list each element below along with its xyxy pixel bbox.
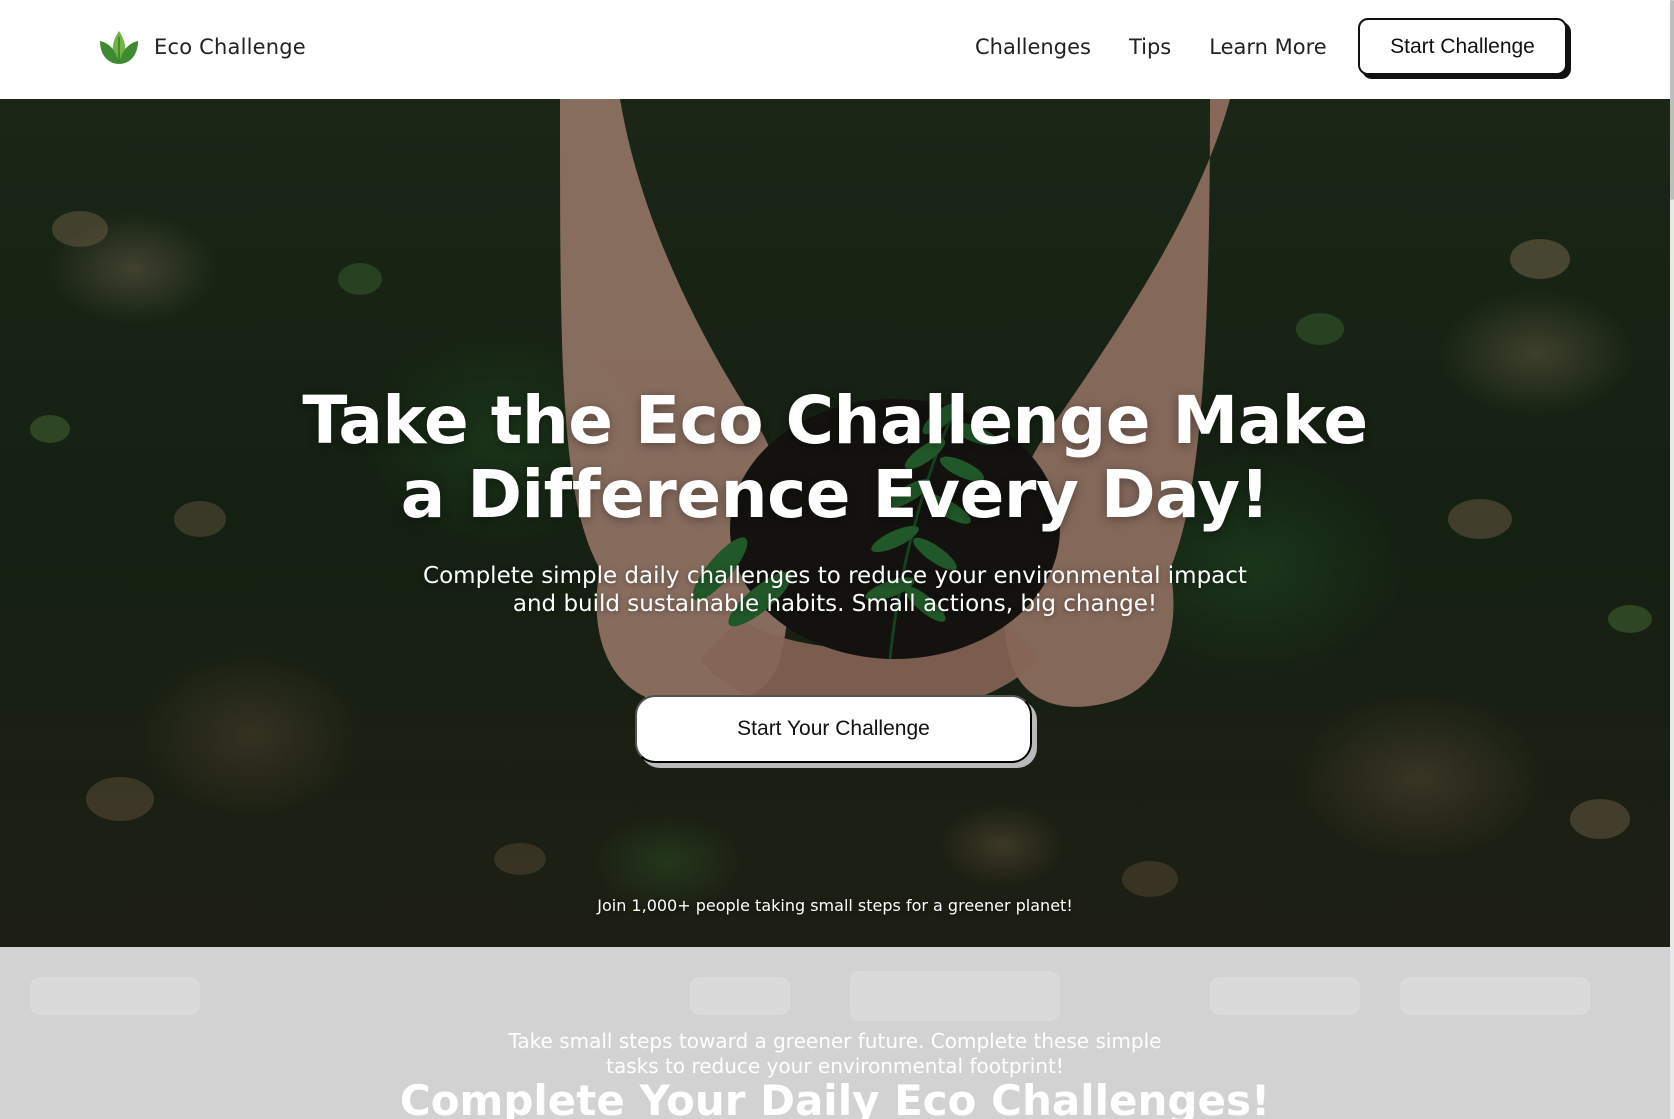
nav-link-challenges[interactable]: Challenges xyxy=(975,35,1091,59)
nav-link-learn-more[interactable]: Learn More xyxy=(1209,35,1326,59)
ghost-card xyxy=(1210,977,1360,1015)
top-nav: Eco Challenge Challenges Tips Learn More… xyxy=(0,0,1670,99)
start-challenge-button[interactable]: Start Challenge xyxy=(1358,18,1567,75)
page: Eco Challenge Challenges Tips Learn More… xyxy=(0,0,1674,1119)
scrollbar-thumb[interactable] xyxy=(1670,0,1674,200)
hero-social-proof: Join 1,000+ people taking small steps fo… xyxy=(597,896,1073,915)
ghost-card xyxy=(690,977,790,1015)
challenges-title: Complete Your Daily Eco Challenges! xyxy=(399,1076,1271,1119)
ghost-card xyxy=(1400,977,1590,1015)
ghost-card xyxy=(30,977,200,1015)
leaf-logo-icon xyxy=(100,31,138,64)
hero-title-line-1: Take the Eco Challenge Make xyxy=(302,382,1368,459)
challenges-description-line-1: Take small steps toward a greener future… xyxy=(508,1029,1162,1053)
hero-section: Take the Eco Challenge Make a Difference… xyxy=(0,99,1670,947)
brand[interactable]: Eco Challenge xyxy=(98,28,306,66)
page-content: Eco Challenge Challenges Tips Learn More… xyxy=(0,0,1670,1119)
hero-subtitle-line-1: Complete simple daily challenges to redu… xyxy=(423,563,1247,589)
challenges-description-line-2: tasks to reduce your environmental footp… xyxy=(606,1054,1064,1078)
start-your-challenge-button[interactable]: Start Your Challenge xyxy=(635,695,1032,763)
hero-title-line-2: a Difference Every Day! xyxy=(400,456,1270,533)
challenges-description: Take small steps toward a greener future… xyxy=(485,1029,1185,1079)
hero-subtitle-line-2: and build sustainable habits. Small acti… xyxy=(512,591,1158,617)
nav-link-tips[interactable]: Tips xyxy=(1129,35,1171,59)
hero-title: Take the Eco Challenge Make a Difference… xyxy=(235,384,1435,532)
brand-name: Eco Challenge xyxy=(154,35,306,59)
nav-links: Challenges Tips Learn More xyxy=(975,0,1365,93)
challenges-section: Take small steps toward a greener future… xyxy=(0,947,1670,1119)
ghost-card xyxy=(850,971,1060,1021)
hero-subtitle: Complete simple daily challenges to redu… xyxy=(385,562,1285,618)
